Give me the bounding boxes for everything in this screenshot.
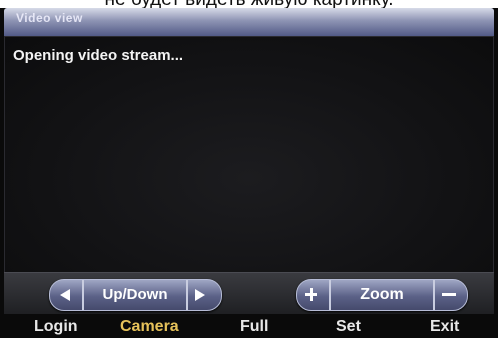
- pan-left-button[interactable]: [50, 280, 82, 310]
- stream-status-text: Opening video stream...: [13, 47, 184, 64]
- ptz-control-bar: Up/Down Zoom: [4, 272, 494, 315]
- zoom-control: Zoom: [296, 279, 468, 311]
- softkey-login[interactable]: Login: [34, 318, 78, 336]
- left-arrow-icon: [60, 289, 70, 301]
- pan-right-button[interactable]: [186, 280, 221, 310]
- pan-label: Up/Down: [82, 280, 186, 310]
- softkey-bar: Login Camera Full Set Exit: [0, 314, 498, 338]
- softkey-set[interactable]: Set: [336, 318, 361, 336]
- video-view[interactable]: Opening video stream...: [4, 36, 494, 273]
- minus-icon: [442, 293, 456, 296]
- softkey-exit[interactable]: Exit: [430, 318, 459, 336]
- window-title: Video view: [16, 11, 83, 25]
- zoom-in-button[interactable]: [297, 280, 329, 310]
- right-arrow-icon: [195, 289, 205, 301]
- zoom-out-button[interactable]: [433, 280, 467, 310]
- softkey-full[interactable]: Full: [240, 318, 268, 336]
- pan-control: Up/Down: [49, 279, 222, 311]
- window-titlebar: Video view: [4, 8, 494, 36]
- camera-viewer-screen: Video view Opening video stream... Up/Do…: [0, 8, 498, 338]
- softkey-camera[interactable]: Camera: [120, 318, 179, 336]
- zoom-label: Zoom: [329, 280, 433, 310]
